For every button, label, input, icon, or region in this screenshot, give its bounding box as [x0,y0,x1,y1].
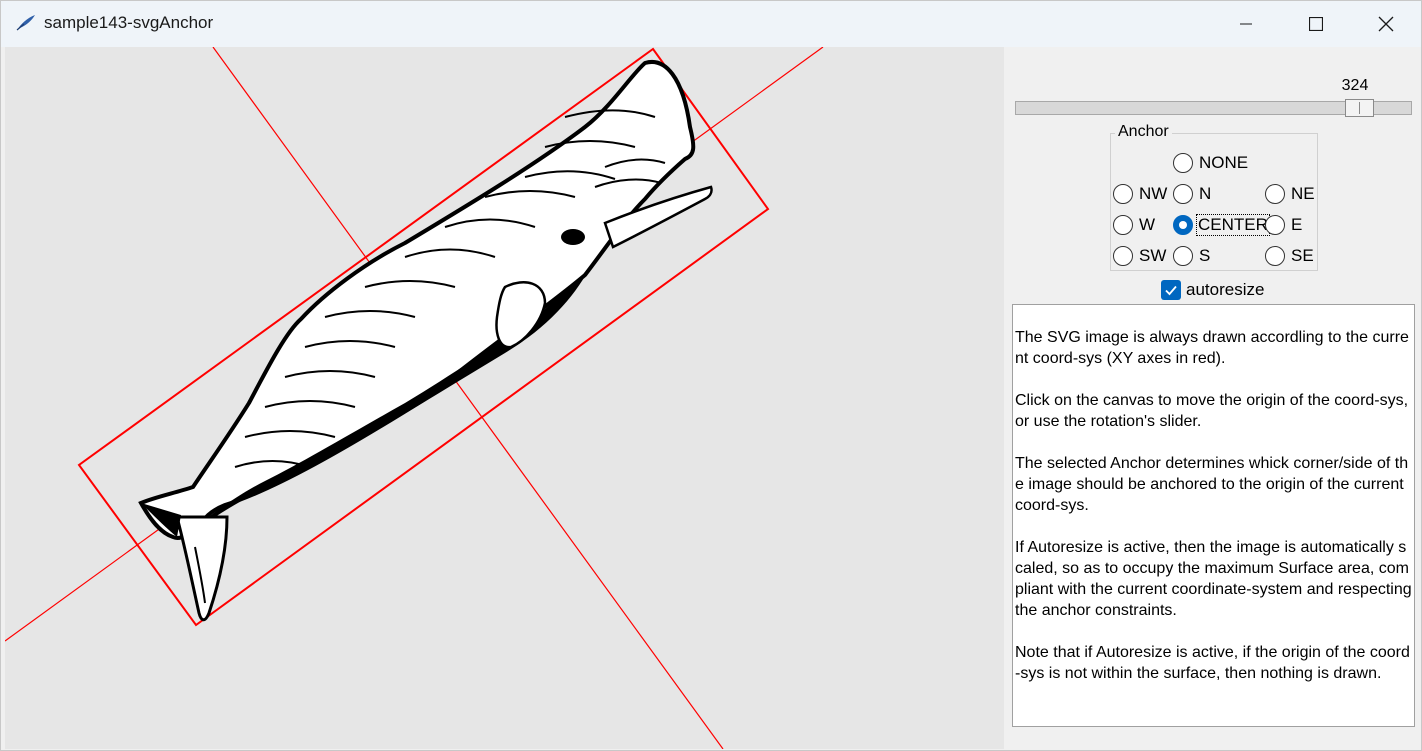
radio-label: NONE [1199,153,1249,172]
radio-circle [1265,184,1285,204]
app-window: sample143-svgAnchor 324 Anchor NONE NW N… [0,0,1422,751]
minimize-button[interactable] [1211,1,1281,47]
autoresize-checkbox[interactable]: autoresize [1161,279,1264,301]
canvas-drawing [5,47,824,749]
radio-label: SW [1139,246,1167,265]
help-text-box[interactable]: The SVG image is always drawn accordling… [1012,304,1415,727]
window-title: sample143-svgAnchor [44,13,214,32]
help-paragraph: The SVG image is always drawn accordling… [1015,329,1409,367]
help-paragraph: The selected Anchor determines whick cor… [1015,455,1409,514]
radio-circle [1173,246,1193,266]
autoresize-label: autoresize [1186,280,1265,299]
radio-anchor-ne[interactable]: NE [1265,182,1315,206]
title-bar[interactable]: sample143-svgAnchor [1,1,1421,47]
rotation-slider-thumb[interactable] [1345,99,1374,117]
radio-label: CENTER [1196,214,1270,236]
radio-circle [1173,184,1193,204]
close-button[interactable] [1351,1,1421,47]
checkmark-icon [1165,285,1177,296]
radio-circle-selected [1173,215,1193,235]
radio-anchor-nw[interactable]: NW [1113,182,1167,206]
checkbox-box [1161,280,1181,300]
radio-label: W [1139,215,1156,234]
rotation-value-label: 324 [1341,77,1369,94]
whale-illustration [138,59,713,622]
radio-anchor-e[interactable]: E [1265,213,1302,237]
feather-icon [16,15,35,31]
radio-circle [1113,215,1133,235]
close-icon [1378,16,1394,32]
radio-anchor-w[interactable]: W [1113,213,1155,237]
help-paragraph: Note that if Autoresize is active, if th… [1015,644,1410,682]
maximize-icon [1309,17,1323,31]
radio-anchor-n[interactable]: N [1173,182,1211,206]
minimize-icon [1240,23,1252,25]
radio-label: SE [1291,246,1314,265]
radio-label: E [1291,215,1303,234]
radio-label: N [1199,184,1212,203]
radio-circle [1113,246,1133,266]
radio-anchor-none[interactable]: NONE [1173,151,1248,175]
help-paragraph: If Autoresize is active, then the image … [1015,539,1412,619]
radio-label: NW [1139,184,1168,203]
radio-anchor-sw[interactable]: SW [1113,244,1166,268]
radio-label: S [1199,246,1211,265]
help-paragraph: Click on the canvas to move the origin o… [1015,392,1409,430]
radio-circle [1113,184,1133,204]
radio-anchor-s[interactable]: S [1173,244,1210,268]
radio-circle [1265,246,1285,266]
radio-anchor-se[interactable]: SE [1265,244,1314,268]
radio-anchor-center[interactable]: CENTER [1173,213,1270,237]
radio-circle [1265,215,1285,235]
anchor-group-label: Anchor [1115,123,1172,141]
maximize-button[interactable] [1281,1,1351,47]
radio-label: NE [1291,184,1315,203]
control-panel: 324 Anchor NONE NW N NE W CENTER E SW S … [1005,47,1421,749]
drawing-canvas[interactable] [5,47,1004,749]
radio-circle [1173,153,1193,173]
